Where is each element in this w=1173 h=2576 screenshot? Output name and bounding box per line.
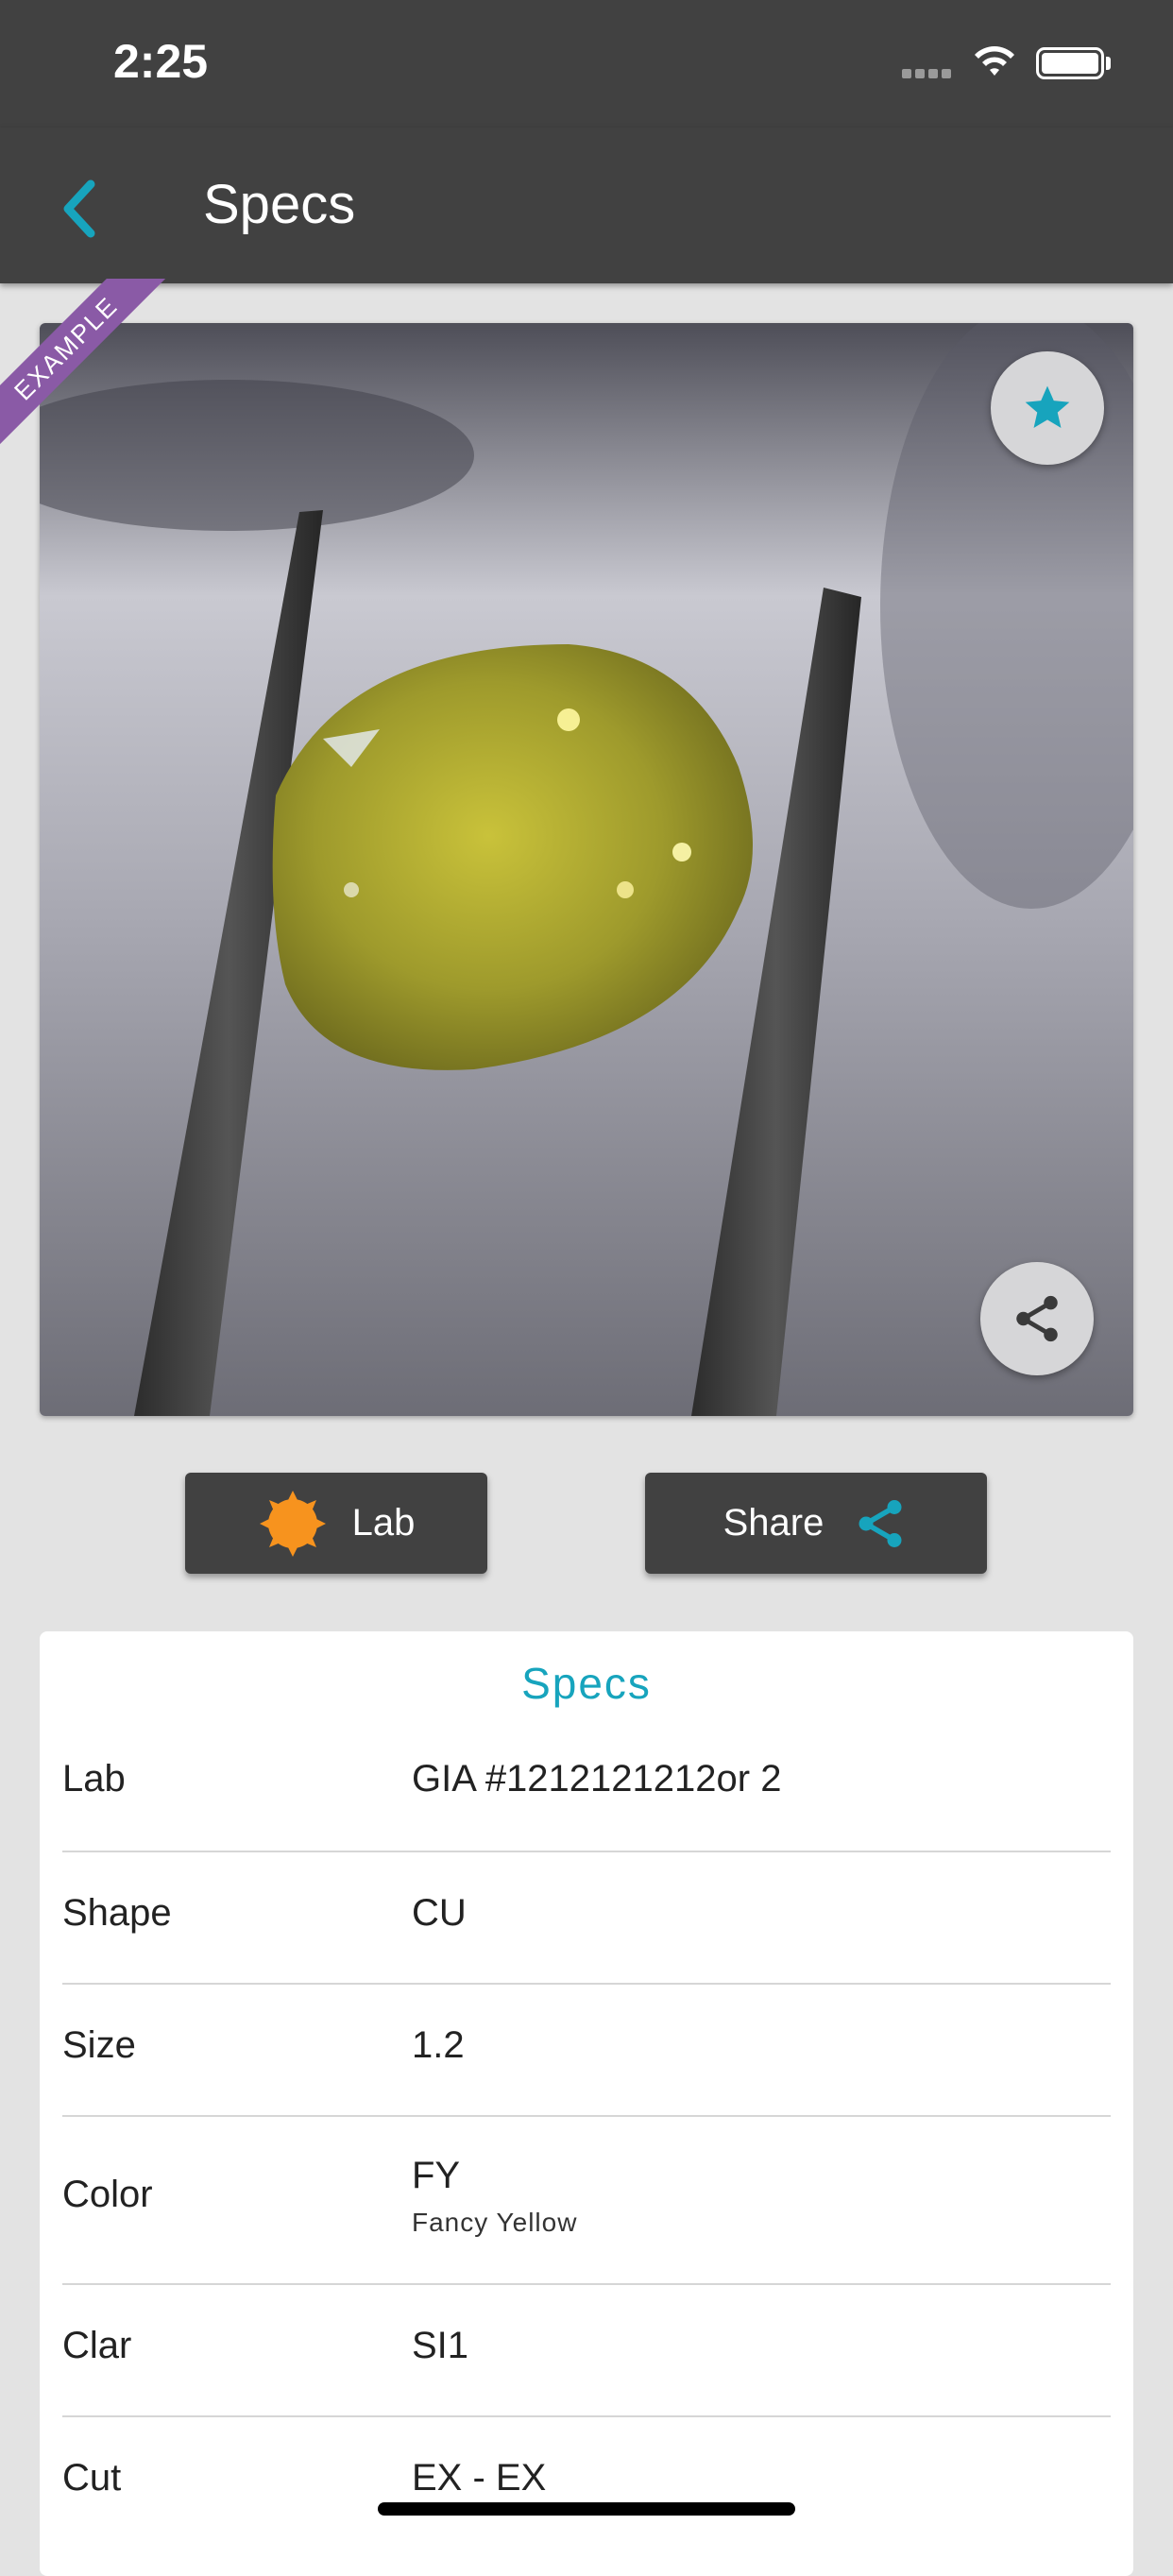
- share-button[interactable]: Share: [645, 1473, 987, 1574]
- spec-subvalue: Fancy Yellow: [412, 2208, 578, 2237]
- specs-title: Specs: [521, 1659, 652, 1708]
- favorite-button[interactable]: [991, 351, 1104, 465]
- app-bar: Specs: [0, 128, 1173, 283]
- back-arrow-icon[interactable]: [49, 171, 125, 247]
- spec-label: Lab: [62, 1758, 126, 1800]
- spec-value: FY: [412, 2155, 461, 2196]
- share-icon: [1016, 1295, 1058, 1342]
- share-icon: [852, 1495, 909, 1552]
- spec-row-cut: Cut EX - EX: [62, 2417, 1111, 2568]
- lab-button[interactable]: Lab: [185, 1473, 487, 1574]
- spec-row-lab: Lab GIA #1212121212or 2: [62, 1718, 1111, 1852]
- page-title: Specs: [203, 174, 356, 235]
- spec-label: Color: [62, 2174, 153, 2215]
- spec-value: CU: [412, 1892, 467, 1934]
- share-photo-button[interactable]: [980, 1262, 1094, 1375]
- spec-value: 1.2: [412, 2024, 465, 2066]
- share-button-label: Share: [722, 1502, 824, 1544]
- spec-value: GIA #1212121212or 2: [412, 1758, 782, 1800]
- cellular-signal-icon: [902, 66, 957, 79]
- spec-row-size: Size 1.2: [62, 1985, 1111, 2117]
- diamond-image: [40, 323, 1133, 1416]
- spec-label: Clar: [62, 2325, 132, 2366]
- lab-seal-icon: [258, 1489, 328, 1559]
- spec-row-shape: Shape CU: [62, 1852, 1111, 1985]
- wifi-icon: [975, 46, 1014, 76]
- spec-label: Shape: [62, 1892, 172, 1934]
- example-ribbon: EXAMPLE: [0, 279, 168, 451]
- diamond-photo[interactable]: [40, 323, 1133, 1416]
- specs-card: Specs Lab GIA #1212121212or 2 Shape CU S…: [40, 1631, 1133, 2576]
- spec-row-color: Color FY Fancy Yellow: [62, 2117, 1111, 2285]
- spec-value: EX - EX: [412, 2457, 547, 2499]
- status-bar: 2:25: [0, 0, 1173, 128]
- home-indicator[interactable]: [378, 2502, 795, 2516]
- battery-icon: [1036, 47, 1104, 79]
- status-time: 2:25: [113, 35, 209, 88]
- spec-label: Cut: [62, 2457, 122, 2499]
- spec-row-clarity: Clar SI1: [62, 2285, 1111, 2417]
- spec-value: SI1: [412, 2325, 469, 2366]
- lab-button-label: Lab: [351, 1502, 416, 1544]
- star-icon: [1025, 385, 1070, 428]
- spec-label: Size: [62, 2024, 136, 2066]
